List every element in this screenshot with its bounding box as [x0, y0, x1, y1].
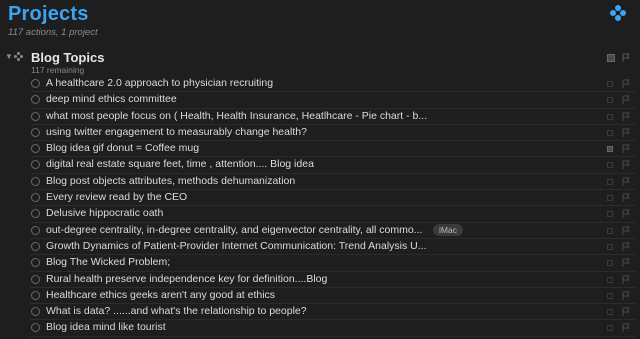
action-title[interactable]: using twitter engagement to measurably c… — [46, 126, 307, 138]
note-icon[interactable] — [607, 211, 613, 218]
flag-icon[interactable] — [621, 53, 631, 63]
action-list: A healthcare 2.0 approach to physician r… — [0, 76, 640, 337]
note-icon[interactable] — [607, 162, 613, 169]
flag-icon[interactable] — [621, 226, 631, 236]
note-icon[interactable] — [607, 81, 613, 87]
note-icon[interactable] — [607, 97, 613, 104]
list-item[interactable]: Delusive hippocratic oath — [0, 206, 640, 223]
note-icon[interactable] — [607, 309, 613, 316]
perspective-dots-icon[interactable] — [610, 5, 626, 21]
list-item[interactable]: what most people focus on ( Health, Heal… — [0, 109, 640, 125]
project-parallel-icon — [14, 52, 24, 62]
action-title[interactable]: out-degree centrality, in-degree central… — [46, 224, 422, 236]
flag-icon[interactable] — [621, 112, 631, 122]
flag-icon[interactable] — [621, 291, 631, 301]
list-item[interactable]: using twitter engagement to measurably c… — [0, 125, 640, 142]
action-title[interactable]: Healthcare ethics geeks aren't any good … — [46, 289, 275, 301]
flag-icon[interactable] — [621, 193, 631, 203]
note-icon[interactable] — [607, 227, 613, 234]
flag-icon[interactable] — [621, 144, 631, 154]
flag-icon[interactable] — [621, 209, 631, 219]
page-subtitle: 117 actions, 1 project — [8, 27, 98, 38]
action-title[interactable]: A healthcare 2.0 approach to physician r… — [46, 77, 273, 89]
status-circle-icon[interactable] — [31, 323, 40, 333]
status-circle-icon[interactable] — [31, 307, 40, 317]
action-title[interactable]: Delusive hippocratic oath — [46, 207, 163, 219]
note-icon[interactable] — [607, 54, 615, 62]
row-divider — [30, 335, 636, 337]
flag-icon[interactable] — [621, 242, 631, 252]
action-title[interactable]: Rural health preserve independence key f… — [46, 273, 327, 285]
list-item[interactable]: Every review read by the CEO — [0, 190, 640, 207]
note-icon[interactable] — [607, 113, 613, 120]
list-item[interactable]: Rural health preserve independence key f… — [0, 272, 640, 288]
action-title[interactable]: Blog The Wicked Problem; — [46, 256, 170, 268]
action-title[interactable]: Blog idea gif donut = Coffee mug — [46, 142, 199, 154]
note-icon[interactable] — [607, 178, 613, 185]
list-item[interactable]: Blog post objects attributes, methods de… — [0, 174, 640, 191]
list-item[interactable]: Blog idea mind like tourist — [0, 320, 640, 337]
status-circle-icon[interactable] — [31, 144, 40, 154]
flag-icon[interactable] — [621, 79, 631, 89]
flag-icon[interactable] — [621, 95, 631, 105]
page-title: Projects — [8, 3, 89, 25]
status-circle-icon[interactable] — [31, 241, 40, 251]
note-icon[interactable] — [607, 243, 613, 250]
note-icon[interactable] — [607, 276, 613, 283]
list-item[interactable]: Blog idea gif donut = Coffee mug — [0, 141, 640, 158]
list-item[interactable]: Healthcare ethics geeks aren't any good … — [0, 288, 640, 305]
status-circle-icon[interactable] — [31, 274, 40, 284]
flag-icon[interactable] — [621, 177, 631, 187]
action-title[interactable]: deep mind ethics committee — [46, 93, 177, 105]
list-item[interactable]: Growth Dynamics of Patient-Provider Inte… — [0, 239, 640, 256]
action-title[interactable]: what most people focus on ( Health, Heal… — [46, 110, 427, 122]
action-title[interactable]: What is data? ......and what's the relat… — [46, 305, 307, 317]
header: Projects 117 actions, 1 project — [0, 0, 640, 44]
list-item[interactable]: digital real estate square feet, time , … — [0, 157, 640, 174]
list-item[interactable]: deep mind ethics committee — [0, 92, 640, 109]
note-icon[interactable] — [607, 325, 613, 332]
flag-icon[interactable] — [621, 160, 631, 170]
status-circle-icon[interactable] — [31, 111, 40, 121]
flag-icon[interactable] — [621, 258, 631, 268]
action-title[interactable]: Every review read by the CEO — [46, 191, 187, 203]
project-title[interactable]: Blog Topics — [31, 50, 104, 65]
action-title[interactable]: Blog post objects attributes, methods de… — [46, 175, 295, 187]
list-item[interactable]: Blog The Wicked Problem; — [0, 255, 640, 272]
list-item[interactable]: out-degree centrality, in-degree central… — [0, 223, 640, 239]
note-icon[interactable] — [607, 146, 613, 153]
flag-icon[interactable] — [621, 323, 631, 333]
disclosure-triangle-icon[interactable]: ▼ — [5, 52, 13, 61]
project-group-header[interactable]: ▼ Blog Topics 117 remaining — [0, 46, 640, 76]
status-circle-icon[interactable] — [31, 225, 40, 235]
action-title[interactable]: Blog idea mind like tourist — [46, 321, 166, 333]
status-circle-icon[interactable] — [31, 95, 40, 105]
note-icon[interactable] — [607, 292, 613, 299]
project-remaining-count: 117 remaining — [31, 65, 85, 75]
list-item[interactable]: A healthcare 2.0 approach to physician r… — [0, 76, 640, 93]
status-circle-icon[interactable] — [31, 258, 40, 268]
status-circle-icon[interactable] — [31, 160, 40, 170]
note-icon[interactable] — [607, 260, 613, 267]
flag-icon[interactable] — [621, 275, 631, 285]
status-circle-icon[interactable] — [31, 176, 40, 186]
note-icon[interactable] — [607, 129, 613, 136]
status-circle-icon[interactable] — [31, 193, 40, 203]
tag-badge[interactable]: iMac — [433, 223, 463, 236]
flag-icon[interactable] — [621, 307, 631, 317]
status-circle-icon[interactable] — [31, 127, 40, 137]
action-title[interactable]: Growth Dynamics of Patient-Provider Inte… — [46, 240, 427, 252]
status-circle-icon[interactable] — [31, 290, 40, 300]
action-title[interactable]: digital real estate square feet, time , … — [46, 158, 314, 170]
list-item[interactable]: What is data? ......and what's the relat… — [0, 304, 640, 321]
status-circle-icon[interactable] — [31, 79, 40, 88]
note-icon[interactable] — [607, 195, 613, 202]
flag-icon[interactable] — [621, 128, 631, 138]
status-circle-icon[interactable] — [31, 209, 40, 219]
